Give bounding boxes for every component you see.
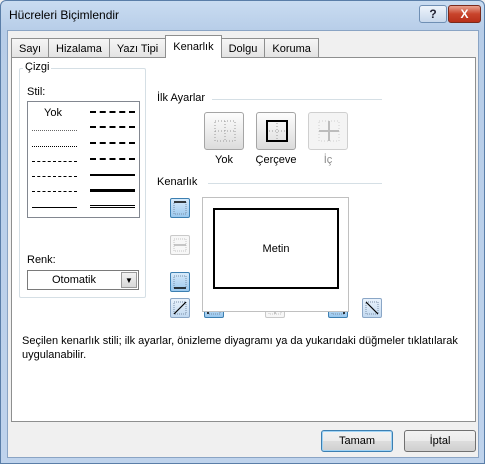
preset-outline-label: Çerçeve <box>255 154 297 166</box>
color-label: Renk: <box>27 254 56 266</box>
line-style-thin[interactable] <box>32 207 77 208</box>
preset-none-icon <box>214 120 236 142</box>
presets-group-label: İlk Ayarlar <box>157 92 206 104</box>
line-style-double[interactable] <box>90 205 135 209</box>
line-style-medium-dash-dot[interactable] <box>90 142 135 144</box>
preview-text: Metin <box>262 243 290 255</box>
tab-protection[interactable]: Koruma <box>264 38 319 58</box>
style-label: Stil: <box>27 86 46 98</box>
line-style-medium-dash-dot-dot[interactable] <box>90 111 135 113</box>
format-cells-dialog: Hücreleri Biçimlendir ? X Sayı Hizalama … <box>0 0 485 464</box>
dialog-body: Sayı Hizalama Yazı Tipi Kenarlık Dolgu K… <box>7 30 479 458</box>
cancel-button-label: İptal <box>429 435 451 447</box>
tab-label: Kenarlık <box>173 41 214 53</box>
tab-number[interactable]: Sayı <box>11 38 50 58</box>
tab-border[interactable]: Kenarlık <box>165 35 222 58</box>
border-top-icon <box>173 201 187 215</box>
border-group-label: Kenarlık <box>157 176 198 188</box>
line-style-slant-dash-dot[interactable] <box>90 126 135 128</box>
tab-alignment[interactable]: Hizalama <box>48 38 110 58</box>
tab-label: Hizalama <box>56 42 102 55</box>
line-style-none[interactable]: Yok <box>44 107 62 119</box>
border-inside-horizontal-button[interactable] <box>170 235 190 255</box>
line-style-thick[interactable] <box>90 189 135 192</box>
diagonal-up-icon <box>173 301 187 315</box>
preset-inside-button[interactable] <box>308 112 348 150</box>
cancel-button[interactable]: İptal <box>404 430 476 452</box>
tab-font[interactable]: Yazı Tipi <box>108 38 167 58</box>
tab-label: Yazı Tipi <box>116 42 159 55</box>
preset-none-label: Yok <box>215 154 233 166</box>
help-button[interactable]: ? <box>419 5 447 23</box>
border-bottom-icon <box>173 275 187 289</box>
presets-divider <box>212 99 382 100</box>
border-diagonal-down-button[interactable] <box>362 298 382 318</box>
ok-button[interactable]: Tamam <box>321 430 393 452</box>
tab-label: Koruma <box>272 42 311 55</box>
ok-button-label: Tamam <box>338 435 376 447</box>
tab-label: Sayı <box>19 42 42 55</box>
line-style-dashed[interactable] <box>32 191 77 192</box>
close-icon: X <box>460 7 469 21</box>
line-style-hair[interactable] <box>32 130 77 131</box>
preset-outline-icon <box>266 120 288 142</box>
line-style-dash-dot[interactable] <box>32 176 77 177</box>
border-diagonal-up-button[interactable] <box>170 298 190 318</box>
border-divider <box>208 183 382 184</box>
line-style-medium-dashed[interactable] <box>90 158 135 160</box>
line-group-label: Çizgi <box>23 61 52 73</box>
dropdown-arrow-icon[interactable]: ▼ <box>121 272 137 288</box>
description-text: Seçilen kenarlık stili; ilk ayarlar, öni… <box>22 335 458 361</box>
line-style-list[interactable]: Yok <box>27 101 140 218</box>
tab-fill[interactable]: Dolgu <box>220 38 266 58</box>
color-value: Otomatik <box>51 274 96 286</box>
preset-none-button[interactable] <box>204 112 244 150</box>
border-bottom-button[interactable] <box>170 272 190 292</box>
tab-strip: Sayı Hizalama Yazı Tipi Kenarlık Dolgu K… <box>11 35 319 58</box>
border-preview[interactable]: Metin <box>202 197 349 312</box>
close-button[interactable]: X <box>448 5 481 23</box>
preview-cell: Metin <box>213 208 339 289</box>
line-style-dash-dot-dot[interactable] <box>32 161 77 162</box>
border-top-button[interactable] <box>170 198 190 218</box>
dialog-title: Hücreleri Biçimlendir <box>9 8 120 22</box>
tab-label: Dolgu <box>228 42 258 55</box>
help-icon: ? <box>429 7 437 21</box>
border-inside-horizontal-icon <box>173 238 187 252</box>
border-tab-panel: Çizgi Stil: Yok Renk: Otomatik ▼ İlk Aya… <box>11 57 476 422</box>
preset-outline-button[interactable] <box>256 112 296 150</box>
color-dropdown[interactable]: Otomatik ▼ <box>27 270 139 290</box>
diagonal-down-icon <box>365 301 379 315</box>
line-style-dotted[interactable] <box>32 146 77 147</box>
preset-inside-label: İç <box>323 154 333 166</box>
title-bar: Hücreleri Biçimlendir ? X <box>1 1 484 30</box>
preset-inside-icon <box>318 120 340 142</box>
line-style-medium[interactable] <box>90 174 135 176</box>
